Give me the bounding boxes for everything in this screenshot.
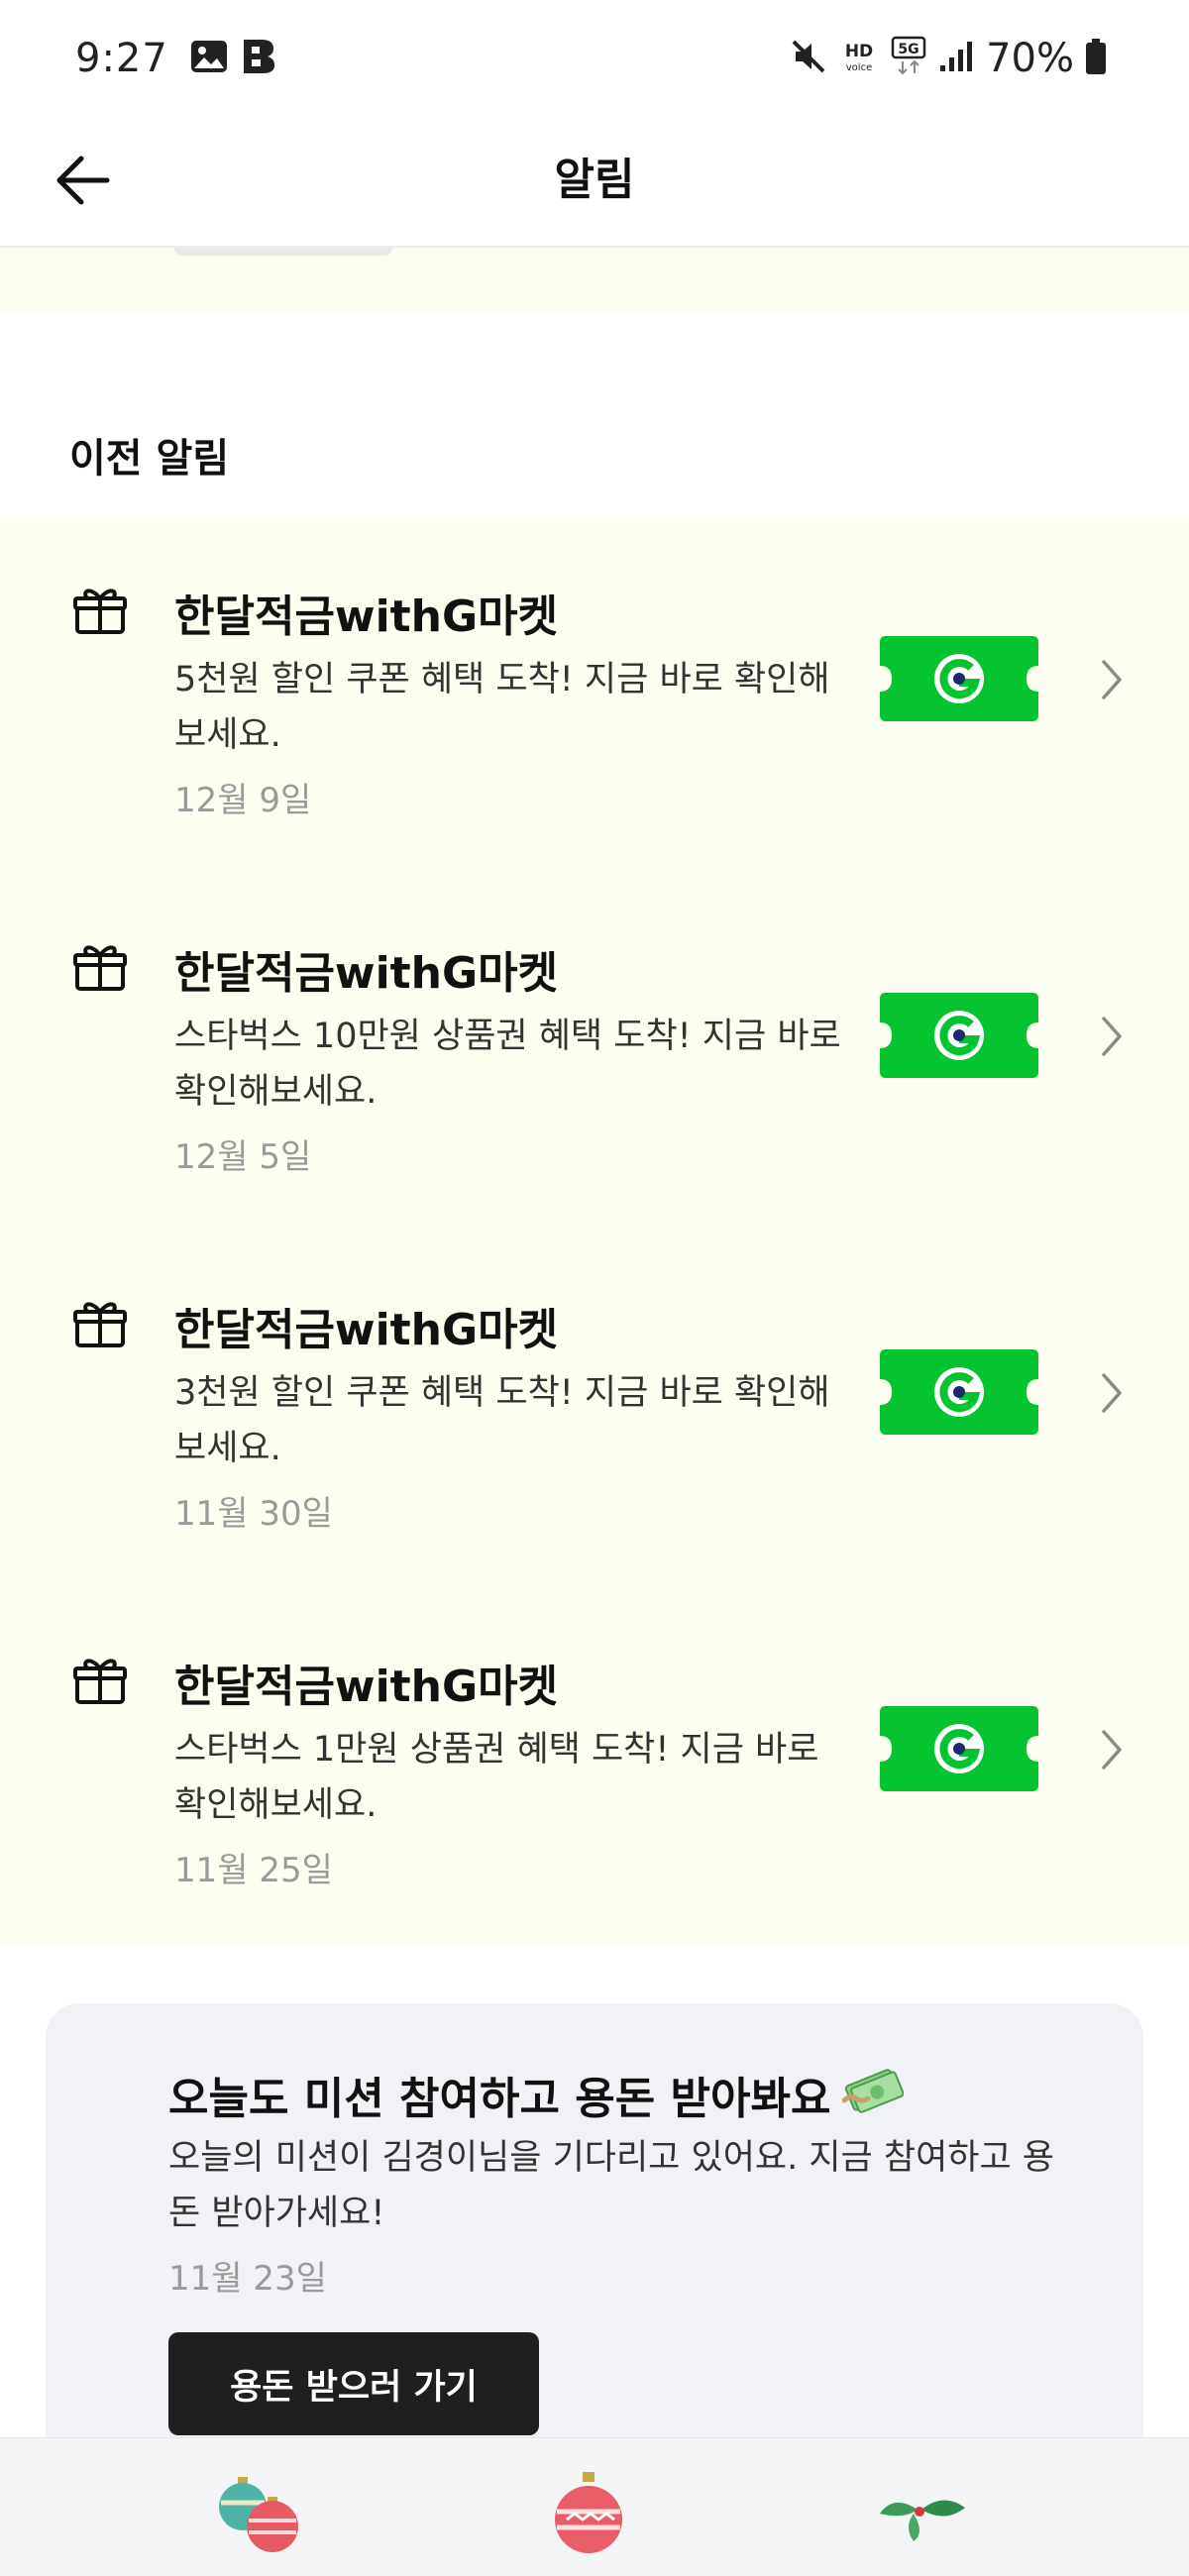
mission-title-row: 오늘도 미션 참여하고 용돈 받아봐요 [168,2063,905,2126]
chevron-right-icon [1102,660,1122,699]
ornament-icon [555,2472,622,2553]
money-icon [841,2065,905,2125]
gmarket-ticket-icon [880,1349,1038,1435]
mute-icon [790,38,827,79]
previous-card-chip [174,248,392,256]
battery-icon [1084,38,1108,79]
nav-item-ornaments[interactable] [210,2464,309,2563]
notification-date: 12월 5일 [174,1137,312,1177]
notifications-screen: 9:27 HD voice 5G 70% 알림 이전 알림 한달적금withG마… [0,0,1189,2576]
notification-body: 스타벅스 10만원 상품권 혜택 도착! 지금 바로 확인해보세요. [174,1017,841,1112]
ornaments-icon [219,2477,298,2552]
notification-date: 11월 30일 [174,1494,333,1534]
status-time: 9:27 [75,36,168,81]
gift-icon [73,1659,127,1704]
5g-icon: 5G [891,36,926,81]
notification-body: 5천원 할인 쿠폰 혜택 도착! 지금 바로 확인해보세요. [174,660,830,755]
gift-icon [73,589,127,634]
mission-body: 오늘의 미션이 김경이님을 기다리고 있어요. 지금 참여하고 용돈 받아가세요… [168,2138,1055,2233]
battery-percent: 70% [986,36,1074,81]
notification-title: 한달적금withG마켓 [174,1662,559,1712]
network-label: 5G [898,42,919,57]
hd-voice-icon: HD voice [839,37,879,80]
previous-card-edge [0,248,1189,313]
notification-item[interactable]: 한달적금withG마켓 5천원 할인 쿠폰 혜택 도착! 지금 바로 확인해보세… [0,519,1189,876]
gmarket-ticket-icon [880,993,1038,1078]
notification-body: 스타벅스 1만원 상품권 혜택 도착! 지금 바로 확인해보세요. [174,1730,819,1825]
gift-icon [73,1302,127,1347]
section-title: 이전 알림 [69,436,230,482]
notification-title: 한달적금withG마켓 [174,1305,559,1355]
signal-icon [938,40,974,77]
page-title: 알림 [554,155,635,205]
status-bar-left: 9:27 [75,36,289,81]
notification-body: 3천원 할인 쿠폰 혜택 도착! 지금 바로 확인해보세요. [174,1373,830,1468]
notification-item[interactable]: 한달적금withG마켓 스타벅스 10만원 상품권 혜택 도착! 지금 바로 확… [0,876,1189,1233]
status-bar: 9:27 HD voice 5G 70% [0,0,1189,117]
get-allowance-button[interactable]: 용돈 받으러 가기 [168,2332,539,2435]
chevron-right-icon [1102,1373,1122,1413]
notification-date: 12월 9일 [174,781,312,820]
nav-item-holly[interactable] [872,2464,971,2563]
notification-title: 한달적금withG마켓 [174,948,559,999]
gift-icon [73,945,127,991]
nav-item-ornament[interactable] [539,2464,638,2563]
notification-item[interactable]: 한달적금withG마켓 스타벅스 1만원 상품권 혜택 도착! 지금 바로 확인… [0,1589,1189,1946]
notification-title: 한달적금withG마켓 [174,591,559,642]
gmarket-ticket-icon [880,636,1038,721]
chevron-right-icon [1102,1017,1122,1056]
mission-title: 오늘도 미션 참여하고 용돈 받아봐요 [168,2074,831,2124]
notification-list: 한달적금withG마켓 5천원 할인 쿠폰 혜택 도착! 지금 바로 확인해보세… [0,519,1189,1946]
chevron-right-icon [1102,1730,1122,1770]
notification-date: 11월 25일 [174,1851,333,1890]
voice-label: voice [846,62,872,73]
holly-icon [880,2500,965,2541]
app-bar: 알림 [0,117,1189,248]
gmarket-ticket-icon [880,1706,1038,1791]
gallery-icon [190,40,228,77]
hd-label: HD [845,42,873,61]
b-app-icon [242,38,275,79]
bottom-nav [0,2437,1189,2576]
mission-date: 11월 23일 [168,2259,327,2299]
status-bar-right: HD voice 5G 70% [790,36,1120,81]
notification-item[interactable]: 한달적금withG마켓 3천원 할인 쿠폰 혜택 도착! 지금 바로 확인해보세… [0,1233,1189,1589]
